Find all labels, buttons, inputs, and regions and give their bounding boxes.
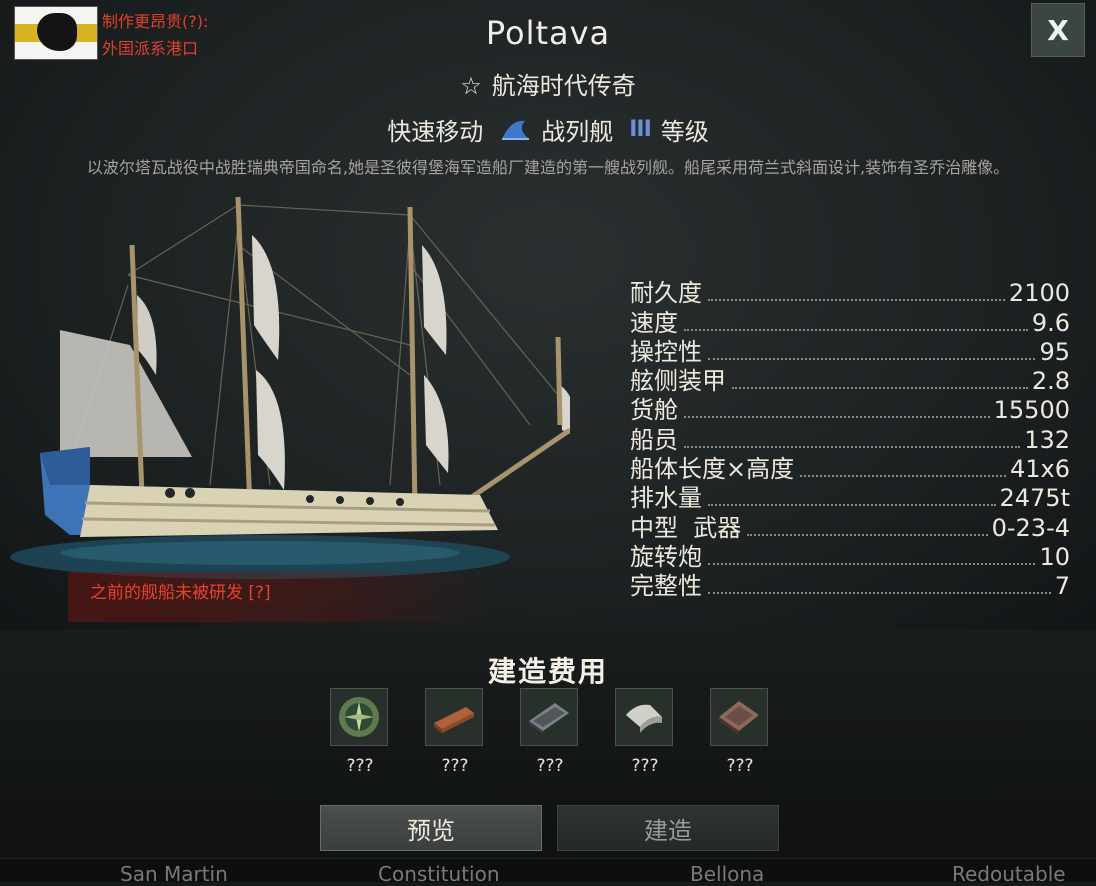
cost-item[interactable]: ??? bbox=[615, 688, 675, 776]
stat-row: 舷侧装甲 2.8 bbox=[630, 367, 1070, 396]
preview-button[interactable]: 预览 bbox=[320, 805, 542, 851]
stat-value: 95 bbox=[1039, 337, 1070, 366]
sail-icon bbox=[502, 120, 530, 140]
carousel-ship-name[interactable]: Redoutable bbox=[952, 862, 1066, 886]
cost-qty: ??? bbox=[726, 756, 754, 776]
cost-qty: ??? bbox=[346, 756, 374, 776]
cost-qty: ??? bbox=[441, 756, 469, 776]
stat-value: 2100 bbox=[1008, 279, 1070, 308]
stat-label: 速度 bbox=[630, 308, 678, 337]
build-cost-title: 建造费用 bbox=[487, 655, 608, 688]
stat-value: 7 bbox=[1054, 572, 1070, 601]
stat-row: 船体长度×高度 41x6 bbox=[630, 455, 1070, 484]
stat-label: 操控性 bbox=[630, 337, 702, 366]
stat-row: 速度 9.6 bbox=[630, 308, 1070, 337]
ship-class: 战列舰 bbox=[541, 118, 614, 146]
cost-item[interactable]: ??? bbox=[710, 688, 770, 776]
ship-tier-label: 等级 bbox=[660, 118, 709, 146]
stat-value: 41x6 bbox=[1009, 455, 1070, 484]
stat-label: 旋转炮 bbox=[630, 542, 702, 571]
stat-label: 舷侧装甲 bbox=[630, 367, 726, 396]
research-note[interactable]: 之前的舰船未被研发 [?] bbox=[90, 578, 271, 603]
ship-name: Poltava bbox=[485, 14, 611, 52]
carousel-ship-name[interactable]: San Martin bbox=[120, 862, 228, 886]
stat-row: 中型 武器 0-23-4 bbox=[630, 513, 1070, 542]
build-button[interactable]: 建造 bbox=[557, 805, 779, 851]
stat-value: 0-23-4 bbox=[991, 513, 1070, 542]
stat-label: 货舱 bbox=[630, 396, 678, 425]
stat-label: 完整性 bbox=[630, 572, 702, 601]
iron-plate-icon bbox=[520, 688, 578, 746]
stat-value: 2.8 bbox=[1031, 367, 1070, 396]
stat-value: 2475t bbox=[999, 484, 1071, 513]
stat-label: 耐久度 bbox=[630, 279, 702, 308]
stat-label: 船员 bbox=[630, 425, 678, 454]
cost-qty: ??? bbox=[536, 756, 564, 776]
canvas-cloth-icon bbox=[615, 688, 673, 746]
cost-item[interactable]: ??? bbox=[520, 688, 580, 776]
ship-trait: 快速移动 bbox=[387, 118, 484, 146]
stat-label: 中型 武器 bbox=[630, 513, 742, 542]
compass-ornament-icon bbox=[330, 688, 388, 746]
ship-era-label: 航海时代传奇 bbox=[491, 72, 636, 100]
stat-row: 货舱 15500 bbox=[630, 396, 1070, 425]
stat-label: 船体长度×高度 bbox=[630, 455, 795, 484]
cost-item[interactable]: ??? bbox=[330, 688, 390, 776]
ship-era: ☆ 航海时代传奇 bbox=[0, 66, 1096, 101]
cost-qty: ??? bbox=[631, 756, 659, 776]
stat-row: 耐久度 2100 bbox=[630, 279, 1070, 308]
stat-value: 15500 bbox=[993, 396, 1070, 425]
tier-iii-icon: III bbox=[629, 117, 652, 142]
copper-sheet-icon bbox=[710, 688, 768, 746]
stat-row: 操控性 95 bbox=[630, 338, 1070, 367]
stat-value: 10 bbox=[1039, 542, 1070, 571]
cost-item[interactable]: ??? bbox=[425, 688, 485, 776]
stat-label: 排水量 bbox=[630, 484, 702, 513]
ship-description: 以波尔塔瓦战役中战胜瑞典帝国命名,她是圣彼得堡海军造船厂建造的第一艘战列舰。船尾… bbox=[86, 158, 1010, 177]
wood-plank-icon bbox=[425, 688, 483, 746]
stat-value: 132 bbox=[1024, 425, 1070, 454]
stat-row: 排水量 2475t bbox=[630, 484, 1070, 513]
carousel-ship-name[interactable]: Constitution bbox=[378, 862, 500, 886]
stat-row: 旋转炮 10 bbox=[630, 543, 1070, 572]
star-icon: ☆ bbox=[460, 72, 482, 100]
ship-tags: 快速移动 战列舰 III 等级 bbox=[0, 112, 1096, 147]
stat-value: 9.6 bbox=[1031, 308, 1070, 337]
stat-row: 船员 132 bbox=[630, 425, 1070, 454]
ship-stats: 耐久度 2100 速度 9.6 操控性 95 舷侧装甲 2.8 货舱 15500 船员 13… bbox=[630, 279, 1070, 601]
ship-illustration bbox=[10, 196, 570, 579]
carousel-ship-name[interactable]: Bellona bbox=[690, 862, 764, 886]
stat-row: 完整性 7 bbox=[630, 572, 1070, 601]
